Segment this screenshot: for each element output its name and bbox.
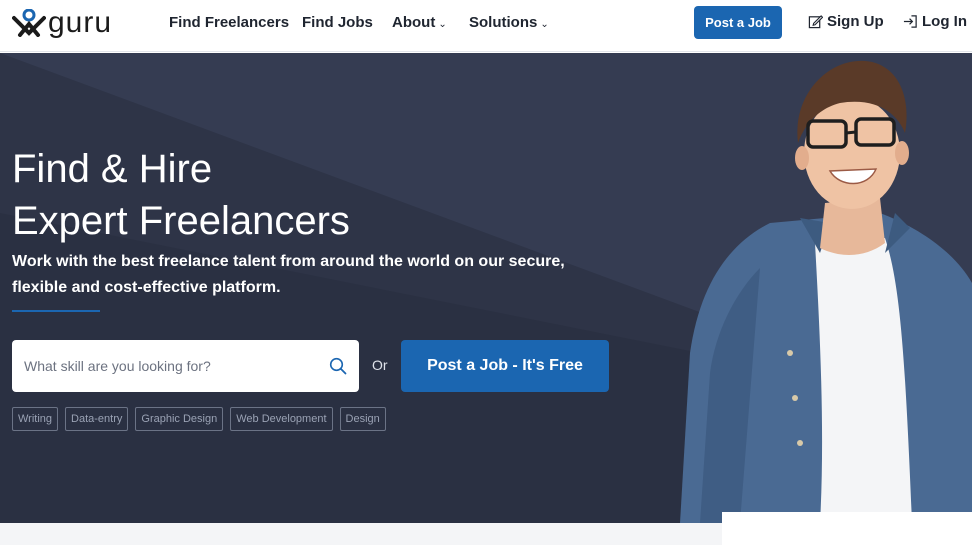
search-placeholder: What skill are you looking for?	[24, 358, 211, 374]
nav-about[interactable]: About ⌄	[392, 14, 447, 31]
logo[interactable]: guru	[12, 6, 113, 39]
tag-writing[interactable]: Writing	[12, 407, 59, 431]
log-in-label: Log In	[922, 13, 967, 30]
post-job-free-button[interactable]: Post a Job - It's Free	[401, 340, 609, 392]
edit-icon	[808, 15, 823, 29]
tag-graphic-design[interactable]: Graphic Design	[135, 407, 224, 431]
skill-search-input[interactable]: What skill are you looking for?	[12, 340, 359, 392]
tag-design[interactable]: Design	[339, 407, 386, 431]
nav-find-jobs[interactable]: Find Jobs	[302, 14, 373, 31]
or-label: Or	[372, 357, 388, 373]
log-in-link[interactable]: Log In	[903, 13, 967, 30]
hero-title-line-1: Find & Hire	[12, 147, 213, 191]
sign-up-link[interactable]: Sign Up	[808, 13, 884, 30]
hero-person-image	[680, 60, 972, 523]
sign-up-label: Sign Up	[827, 13, 884, 30]
nav-solutions-label: Solutions	[469, 14, 538, 31]
hero-subtitle: Work with the best freelance talent from…	[12, 253, 565, 296]
nav-find-freelancers[interactable]: Find Freelancers	[169, 14, 289, 31]
chevron-down-icon: ⌄	[438, 19, 447, 30]
login-icon	[903, 15, 917, 28]
nav-about-label: About	[392, 14, 436, 31]
search-icon[interactable]	[329, 357, 347, 375]
chevron-down-icon: ⌄	[540, 19, 549, 30]
hero-section: Find & Hire Expert Freelancers Work with…	[0, 53, 972, 523]
hero-title-line-2: Expert Freelancers	[12, 199, 350, 243]
top-navbar: guru Find Freelancers Find Jobs About ⌄ S…	[0, 0, 972, 52]
logo-text: guru	[48, 6, 113, 39]
nav-solutions[interactable]: Solutions ⌄	[469, 14, 549, 31]
tag-data-entry[interactable]: Data-entry	[65, 407, 129, 431]
post-job-button[interactable]: Post a Job	[694, 6, 782, 39]
nav-find-jobs-label: Find Jobs	[302, 14, 373, 31]
skill-tags: Writing Data-entry Graphic Design Web De…	[12, 407, 386, 431]
guru-logo-icon	[12, 9, 46, 37]
tag-web-development[interactable]: Web Development	[230, 407, 333, 431]
hero-title: Find & Hire Expert Freelancers	[12, 143, 350, 247]
nav-find-freelancers-label: Find Freelancers	[169, 14, 290, 31]
floating-card-edge	[722, 512, 972, 545]
hero-divider	[12, 310, 100, 312]
